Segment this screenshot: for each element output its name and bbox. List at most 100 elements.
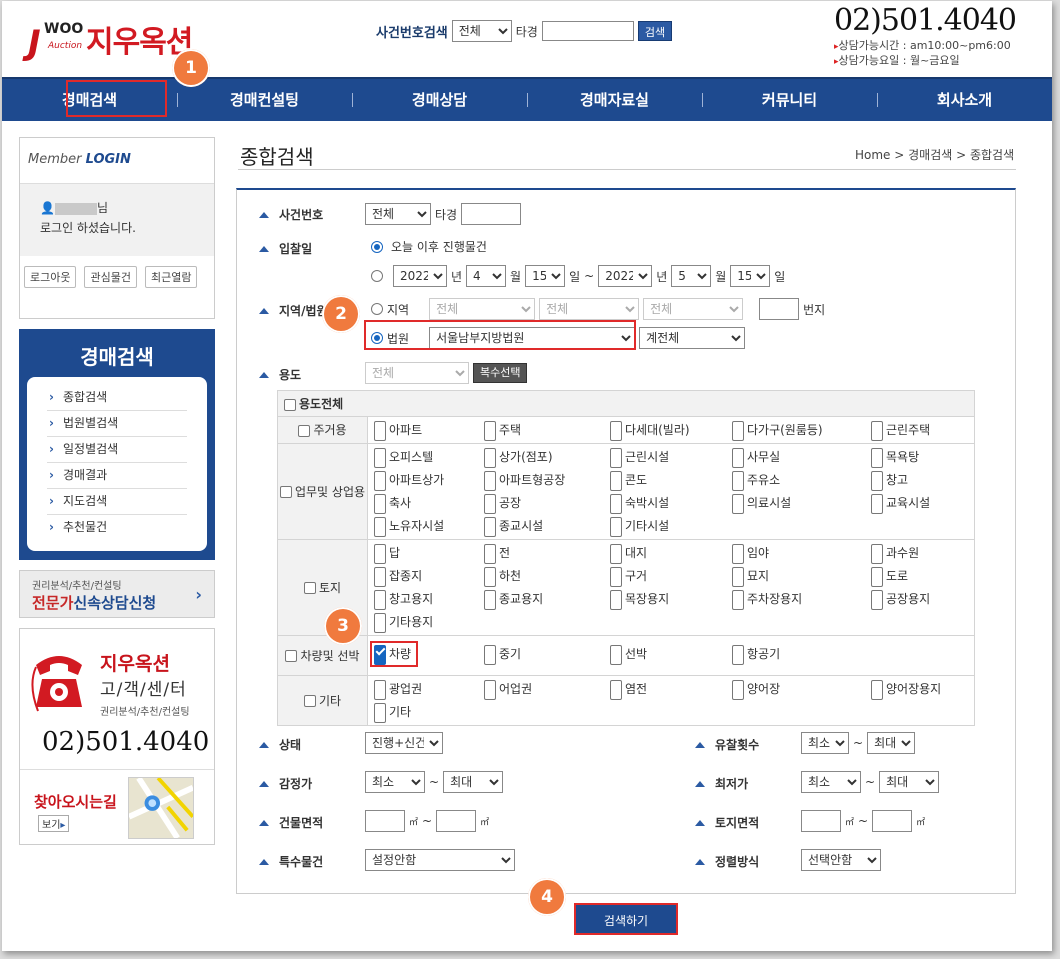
use-item[interactable]: 광업권 (374, 679, 484, 700)
use-item[interactable]: 답 (374, 543, 484, 564)
use-item[interactable]: 창고용지 (374, 589, 484, 610)
region-dong-select[interactable]: 전체 (643, 298, 744, 320)
side-menu-item-schedule[interactable]: 일정별검색 (47, 437, 187, 463)
use-item[interactable]: 기타용지 (374, 612, 484, 633)
land-area-min-input[interactable] (801, 810, 841, 832)
use-all-checkbox[interactable] (284, 398, 296, 411)
use-item[interactable]: 목장용지 (610, 589, 732, 610)
start-month-select[interactable]: 4 (466, 265, 507, 287)
end-year-select[interactable]: 2022 (598, 265, 653, 287)
start-year-select[interactable]: 2022 (393, 265, 447, 287)
top-search-button[interactable]: 검색 (637, 21, 673, 41)
nav-consulting[interactable]: 경매컨설팅 (177, 78, 352, 122)
date-today-radio[interactable] (371, 240, 383, 253)
bunji-input[interactable] (759, 298, 800, 320)
case-year-select[interactable]: 전체 (365, 203, 431, 225)
watchlist-button[interactable]: 관심물건 (84, 266, 137, 288)
use-item[interactable]: 중기 (484, 644, 610, 665)
building-area-max-input[interactable] (436, 810, 477, 832)
appraisal-max-select[interactable]: 최대 (443, 771, 504, 793)
region-sigungu-select[interactable]: 전체 (539, 298, 640, 320)
use-item[interactable]: 상가(점포) (484, 447, 610, 468)
use-item[interactable]: 아파트형공장 (484, 470, 610, 491)
use-item[interactable]: 아파트 (374, 420, 484, 441)
group-residential-checkbox[interactable] (298, 424, 311, 437)
special-property-select[interactable]: 설정안함 (365, 849, 515, 871)
use-item[interactable]: 주택 (484, 420, 610, 441)
nav-community[interactable]: 커뮤니티 (702, 78, 877, 122)
side-menu-item-total[interactable]: 종합검색 (47, 385, 187, 411)
use-item[interactable]: 공장 (484, 493, 610, 514)
side-menu-item-court[interactable]: 법원별검색 (47, 411, 187, 437)
group-commercial-checkbox[interactable] (279, 486, 292, 498)
use-item[interactable]: 염전 (610, 679, 732, 700)
vehicle-checkbox[interactable] (374, 644, 386, 665)
recent-view-button[interactable]: 최근열람 (144, 266, 198, 288)
use-item[interactable]: 종교용지 (484, 589, 610, 610)
case-number-input[interactable] (461, 203, 522, 225)
use-item[interactable]: 축사 (374, 493, 484, 514)
use-item[interactable]: 대지 (610, 543, 732, 564)
court-dept-select[interactable]: 계전체 (639, 327, 746, 349)
start-day-select[interactable]: 15 (525, 265, 566, 287)
use-item[interactable]: 의료시설 (732, 493, 871, 514)
use-item[interactable]: 잡종지 (374, 566, 484, 587)
use-item[interactable]: 오피스텔 (374, 447, 484, 468)
use-item[interactable]: 근린주택 (871, 420, 971, 441)
use-item[interactable]: 종교시설 (484, 516, 610, 537)
fail-max-select[interactable]: 최대 (867, 732, 916, 754)
use-item[interactable]: 주유소 (732, 470, 871, 491)
use-item[interactable]: 아파트상가 (374, 470, 484, 491)
land-area-max-input[interactable] (872, 810, 913, 832)
use-item[interactable]: 어업권 (484, 679, 610, 700)
use-item[interactable]: 묘지 (732, 566, 871, 587)
top-search-select[interactable]: 전체 (451, 20, 512, 42)
fail-min-select[interactable]: 최소 (801, 732, 849, 754)
use-item[interactable]: 선박 (610, 644, 732, 665)
use-item[interactable]: 임야 (732, 543, 871, 564)
use-item[interactable]: 구거 (610, 566, 732, 587)
end-month-select[interactable]: 5 (671, 265, 712, 287)
use-item[interactable]: 주차장용지 (732, 589, 871, 610)
logout-button[interactable]: 로그아웃 (24, 266, 77, 288)
use-select[interactable]: 전체 (365, 362, 469, 384)
end-day-select[interactable]: 15 (730, 265, 771, 287)
top-search-input[interactable] (541, 21, 634, 41)
use-item[interactable]: 근린시설 (610, 447, 732, 468)
status-select[interactable]: 진행+신건 (365, 732, 443, 754)
sort-method-select[interactable]: 선택안함 (801, 849, 881, 871)
use-item[interactable]: 목욕탕 (871, 447, 971, 468)
side-menu-item-map[interactable]: 지도검색 (47, 489, 187, 515)
directions-view-button[interactable]: 보기▸ (38, 815, 70, 832)
nav-consultation[interactable]: 경매상담 (352, 78, 527, 122)
use-item[interactable]: 사무실 (732, 447, 871, 468)
appraisal-min-select[interactable]: 최소 (365, 771, 425, 793)
use-item[interactable]: 공장용지 (871, 589, 971, 610)
group-vehicle-checkbox[interactable] (285, 650, 298, 662)
use-item[interactable]: 콘도 (610, 470, 732, 491)
nav-resources[interactable]: 경매자료실 (527, 78, 702, 122)
use-item[interactable]: 항공기 (732, 644, 871, 665)
group-etc-checkbox[interactable] (303, 695, 316, 707)
side-menu-item-results[interactable]: 경매결과 (47, 463, 187, 489)
use-item[interactable]: 창고 (871, 470, 971, 491)
use-item[interactable]: 노유자시설 (374, 516, 484, 537)
use-item[interactable]: 다가구(원룸등) (732, 420, 871, 441)
expert-consult-banner[interactable]: 권리분석/추천/컨설팅 전문가신속상담신청 › (19, 570, 215, 618)
use-item[interactable]: 기타 (374, 702, 484, 723)
search-submit-button[interactable]: 검색하기 (574, 903, 678, 935)
lowest-min-select[interactable]: 최소 (801, 771, 861, 793)
region-radio[interactable] (371, 303, 383, 315)
lowest-max-select[interactable]: 최대 (879, 771, 940, 793)
date-range-radio[interactable] (371, 270, 383, 282)
nav-company[interactable]: 회사소개 (877, 78, 1052, 122)
use-item[interactable]: 과수원 (871, 543, 971, 564)
use-item[interactable]: 양어장 (732, 679, 871, 700)
side-menu-item-recommend[interactable]: 추천물건 (47, 515, 187, 541)
use-item[interactable]: 하천 (484, 566, 610, 587)
use-item[interactable]: 숙박시설 (610, 493, 732, 514)
use-item[interactable]: 전 (484, 543, 610, 564)
use-item[interactable]: 다세대(빌라) (610, 420, 732, 441)
use-item-vehicle[interactable]: 차량 (370, 641, 418, 667)
multi-select-button[interactable]: 복수선택 (473, 363, 528, 383)
